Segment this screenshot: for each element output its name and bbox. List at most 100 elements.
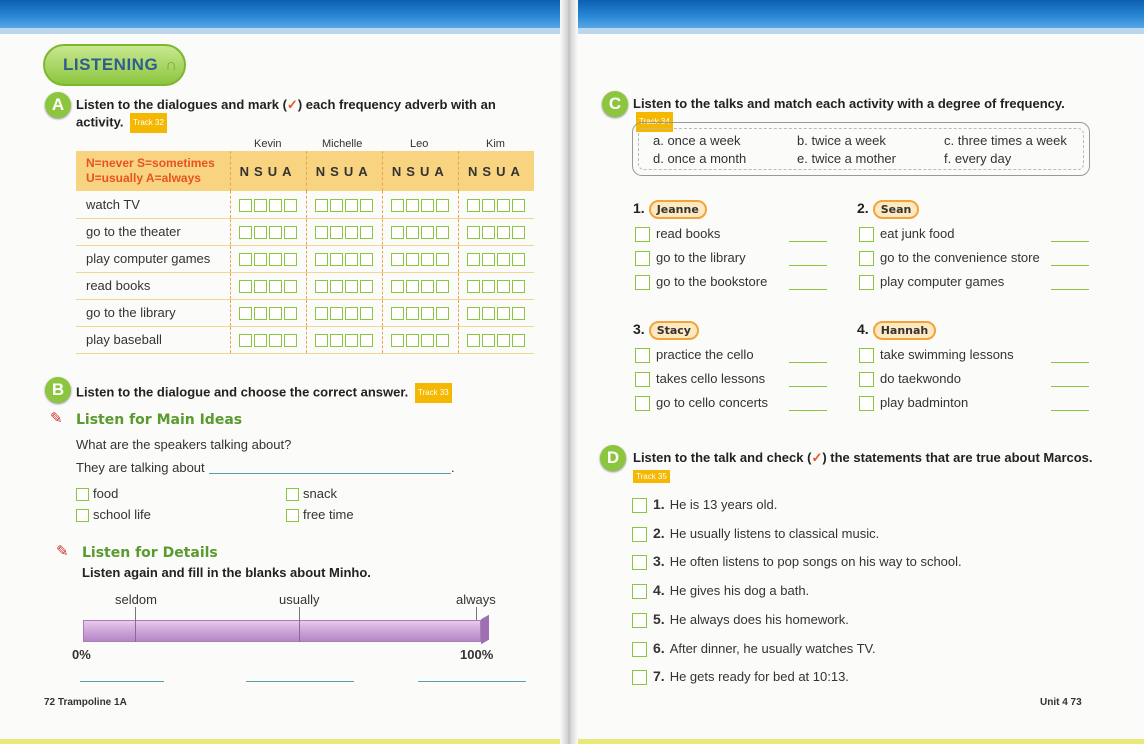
list-item[interactable]: go to the library bbox=[635, 250, 746, 267]
checkbox[interactable] bbox=[315, 198, 329, 212]
checkbox[interactable] bbox=[269, 253, 283, 267]
checkbox[interactable] bbox=[635, 396, 650, 412]
checkbox[interactable] bbox=[482, 253, 496, 267]
checkbox[interactable] bbox=[391, 334, 405, 348]
checkbox[interactable] bbox=[269, 226, 283, 240]
checkbox[interactable] bbox=[482, 334, 496, 348]
checkbox[interactable] bbox=[635, 348, 650, 364]
answer-line[interactable] bbox=[789, 241, 827, 242]
checkbox[interactable] bbox=[254, 226, 268, 240]
checkbox[interactable] bbox=[239, 226, 253, 240]
checkbox[interactable] bbox=[406, 334, 420, 348]
checkbox[interactable] bbox=[391, 253, 405, 267]
checkbox[interactable] bbox=[315, 307, 329, 321]
checkbox[interactable] bbox=[436, 280, 450, 294]
checkbox[interactable] bbox=[859, 396, 874, 412]
checkbox[interactable] bbox=[632, 612, 647, 628]
option-school-life[interactable]: school life bbox=[76, 507, 151, 523]
checkbox[interactable] bbox=[254, 307, 268, 321]
checkbox[interactable] bbox=[360, 253, 374, 267]
checkbox[interactable] bbox=[635, 372, 650, 388]
checkbox[interactable] bbox=[284, 307, 298, 321]
checkbox[interactable] bbox=[436, 334, 450, 348]
answer-line[interactable] bbox=[1051, 265, 1089, 266]
checkbox[interactable] bbox=[512, 334, 526, 348]
checkbox[interactable] bbox=[284, 226, 298, 240]
list-item[interactable]: take swimming lessons bbox=[859, 347, 1014, 364]
list-item[interactable]: go to cello concerts bbox=[635, 395, 768, 412]
checkbox[interactable] bbox=[497, 253, 511, 267]
checkbox[interactable] bbox=[406, 198, 420, 212]
list-item[interactable]: do taekwondo bbox=[859, 371, 961, 388]
checkbox[interactable] bbox=[315, 334, 329, 348]
checkbox[interactable] bbox=[859, 251, 874, 267]
option-free-time[interactable]: free time bbox=[286, 507, 354, 523]
option-snack[interactable]: snack bbox=[286, 486, 337, 502]
checkbox[interactable] bbox=[497, 334, 511, 348]
list-item[interactable]: play badminton bbox=[859, 395, 968, 412]
checkbox[interactable] bbox=[436, 307, 450, 321]
checkbox[interactable] bbox=[421, 226, 435, 240]
checkbox[interactable] bbox=[406, 253, 420, 267]
checkbox[interactable] bbox=[315, 226, 329, 240]
checkbox[interactable] bbox=[239, 198, 253, 212]
checkbox[interactable] bbox=[512, 280, 526, 294]
checkbox[interactable] bbox=[254, 280, 268, 294]
checkbox[interactable] bbox=[406, 280, 420, 294]
checkbox[interactable] bbox=[467, 198, 481, 212]
list-item[interactable]: takes cello lessons bbox=[635, 371, 765, 388]
checkbox[interactable] bbox=[360, 307, 374, 321]
checkbox[interactable] bbox=[391, 198, 405, 212]
checkbox[interactable] bbox=[421, 307, 435, 321]
checkbox[interactable] bbox=[345, 280, 359, 294]
checkbox[interactable] bbox=[269, 307, 283, 321]
checkbox[interactable] bbox=[467, 334, 481, 348]
checkbox[interactable] bbox=[360, 334, 374, 348]
checkbox[interactable] bbox=[345, 253, 359, 267]
checkbox[interactable] bbox=[859, 227, 874, 243]
checkbox[interactable] bbox=[512, 226, 526, 240]
checkbox[interactable] bbox=[239, 253, 253, 267]
checkbox[interactable] bbox=[76, 488, 89, 502]
checkbox[interactable] bbox=[497, 198, 511, 212]
answer-line[interactable] bbox=[1051, 386, 1089, 387]
checkbox[interactable] bbox=[512, 253, 526, 267]
answer-blank[interactable] bbox=[246, 681, 354, 682]
checkbox[interactable] bbox=[859, 372, 874, 388]
checkbox[interactable] bbox=[497, 280, 511, 294]
checkbox[interactable] bbox=[330, 307, 344, 321]
checkbox[interactable] bbox=[406, 226, 420, 240]
checkbox[interactable] bbox=[345, 334, 359, 348]
answer-line[interactable] bbox=[1051, 289, 1089, 290]
checkbox[interactable] bbox=[286, 509, 299, 523]
statement-item[interactable]: 1. He is 13 years old. bbox=[632, 496, 777, 514]
checkbox[interactable] bbox=[239, 307, 253, 321]
checkbox[interactable] bbox=[467, 253, 481, 267]
statement-item[interactable]: 7. He gets ready for bed at 10:13. bbox=[632, 668, 849, 686]
answer-line[interactable] bbox=[789, 410, 827, 411]
checkbox[interactable] bbox=[360, 198, 374, 212]
option-food[interactable]: food bbox=[76, 486, 118, 502]
checkbox[interactable] bbox=[632, 498, 647, 514]
statement-item[interactable]: 2. He usually listens to classical music. bbox=[632, 525, 879, 542]
checkbox[interactable] bbox=[269, 198, 283, 212]
checkbox[interactable] bbox=[345, 198, 359, 212]
checkbox[interactable] bbox=[436, 198, 450, 212]
checkbox[interactable] bbox=[360, 280, 374, 294]
list-item[interactable]: eat junk food bbox=[859, 226, 954, 243]
checkbox[interactable] bbox=[436, 226, 450, 240]
checkbox[interactable] bbox=[345, 226, 359, 240]
checkbox[interactable] bbox=[512, 307, 526, 321]
list-item[interactable]: play computer games bbox=[859, 274, 1004, 291]
checkbox[interactable] bbox=[632, 555, 647, 571]
checkbox[interactable] bbox=[269, 280, 283, 294]
list-item[interactable]: read books bbox=[635, 226, 720, 243]
checkbox[interactable] bbox=[76, 509, 89, 523]
checkbox[interactable] bbox=[330, 280, 344, 294]
checkbox[interactable] bbox=[482, 280, 496, 294]
checkbox[interactable] bbox=[360, 226, 374, 240]
answer-line[interactable] bbox=[789, 362, 827, 363]
checkbox[interactable] bbox=[239, 280, 253, 294]
list-item[interactable]: go to the bookstore bbox=[635, 274, 767, 291]
checkbox[interactable] bbox=[859, 275, 874, 291]
